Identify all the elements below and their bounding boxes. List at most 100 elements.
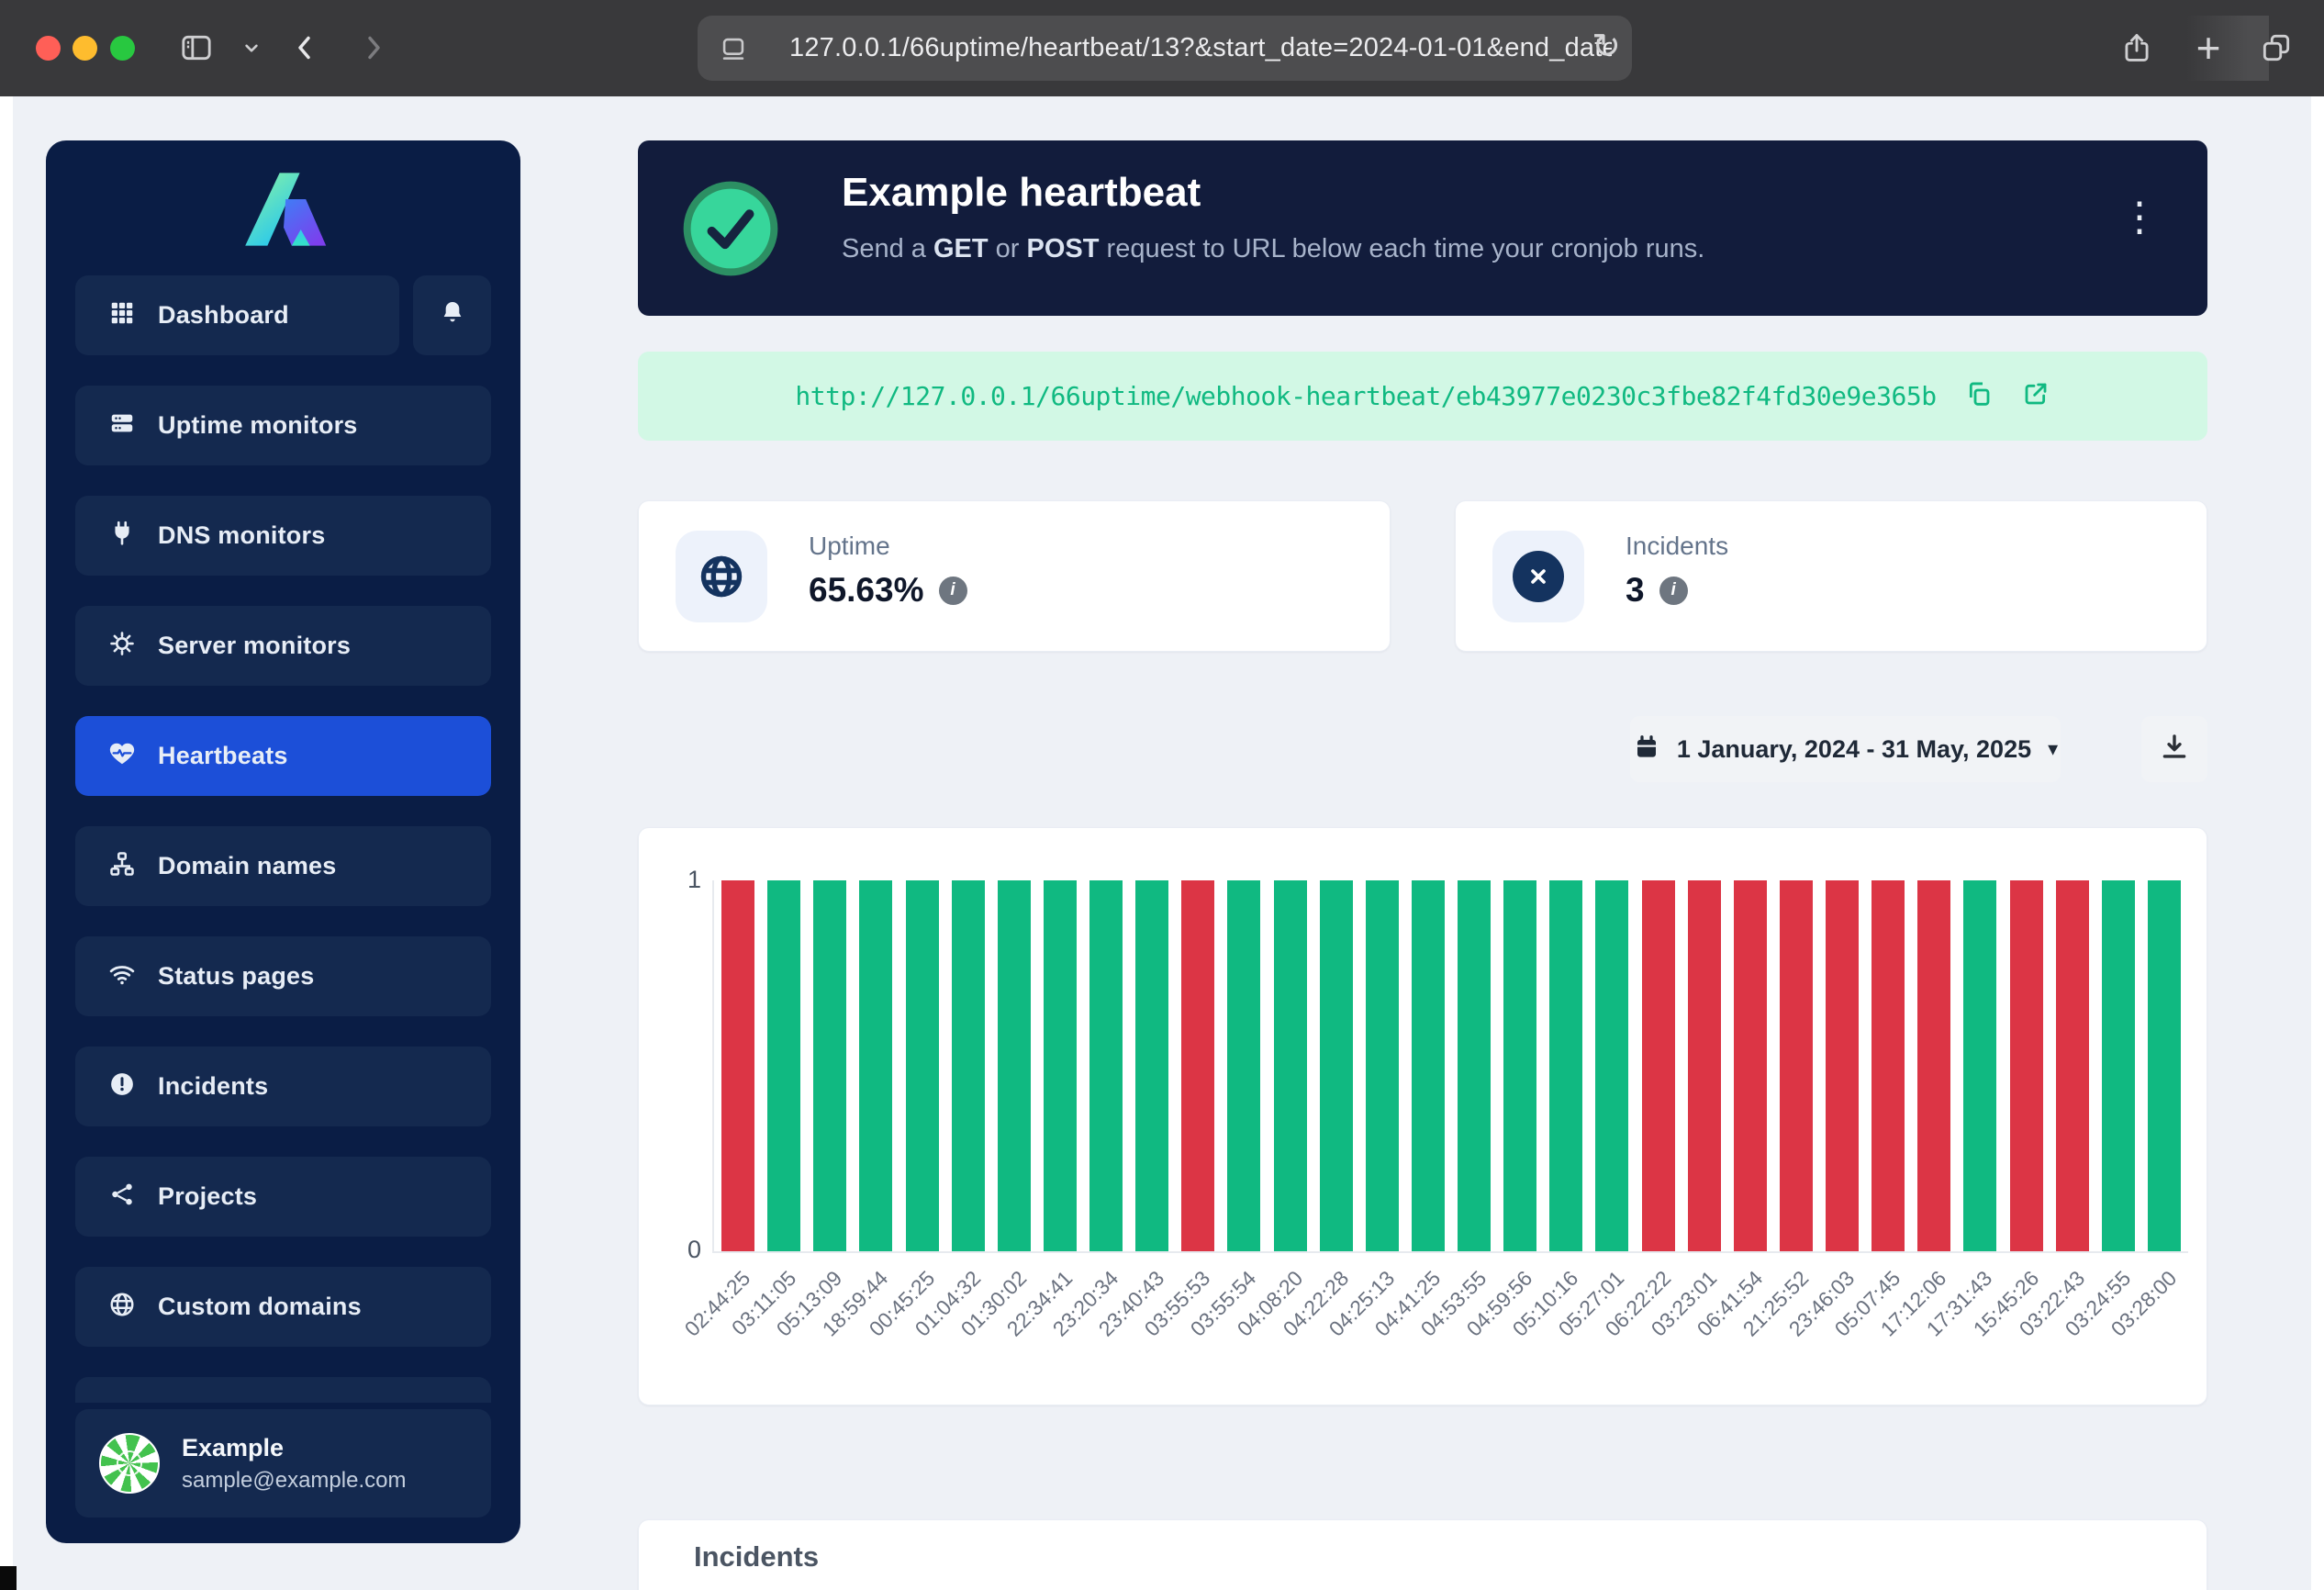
gear-icon	[108, 630, 136, 662]
sidebar-item-label: Incidents	[158, 1072, 268, 1101]
chart-bar	[2102, 880, 2135, 1251]
x-circle-icon	[1513, 551, 1564, 602]
plug-icon	[108, 520, 136, 552]
chart-bar	[1412, 880, 1445, 1251]
sidebar-item-projects[interactable]: Projects	[75, 1157, 491, 1237]
chart-plot-area	[712, 880, 2188, 1253]
chart-bar	[1181, 880, 1214, 1251]
status-up-icon	[679, 177, 782, 280]
chart-bar	[1044, 880, 1077, 1251]
sidebar-item-domain-names[interactable]: Domain names	[75, 826, 491, 906]
sidebar-item-label: Projects	[158, 1182, 257, 1211]
app-window: 127.0.0.1/66uptime/heartbeat/13?&start_d…	[0, 0, 2324, 1590]
sidebar-item-heartbeats[interactable]: Heartbeats	[75, 716, 491, 796]
date-range-picker[interactable]: 1 January, 2024 - 31 May, 2025 ▾	[1630, 716, 2061, 782]
window-close-button[interactable]	[36, 36, 61, 61]
chart-bar	[813, 880, 846, 1251]
chart-bar	[1595, 880, 1628, 1251]
chart-bar	[767, 880, 800, 1251]
chart-bar	[2148, 880, 2181, 1251]
date-range-text: 1 January, 2024 - 31 May, 2025	[1677, 735, 2031, 764]
tab-overview-icon[interactable]	[2251, 22, 2302, 73]
sidebar-item-incidents[interactable]: Incidents	[75, 1047, 491, 1126]
sidebar-item-dns-monitors[interactable]: DNS monitors	[75, 496, 491, 576]
copy-icon[interactable]	[1964, 379, 1994, 413]
sidebar-item-label: Custom domains	[158, 1293, 362, 1321]
uptime-label: Uptime	[809, 532, 890, 561]
chart-bar	[998, 880, 1031, 1251]
sidebar-item-partial[interactable]	[75, 1377, 491, 1403]
page-title: Example heartbeat	[842, 170, 1201, 216]
sidebar: Dashboard Uptime monitors DNS monitors Serv…	[46, 140, 520, 1543]
chevron-down-icon[interactable]	[226, 22, 277, 73]
download-button[interactable]	[2141, 716, 2207, 782]
grid-icon	[108, 299, 136, 331]
sidebar-item-label: DNS monitors	[158, 521, 325, 550]
address-bar[interactable]: 127.0.0.1/66uptime/heartbeat/13?&start_d…	[698, 16, 1632, 81]
chart-bar	[859, 880, 892, 1251]
share-nodes-icon	[108, 1181, 136, 1213]
sidebar-item-label: Heartbeats	[158, 742, 288, 770]
chart-bar	[906, 880, 939, 1251]
profile-email: sample@example.com	[182, 1468, 406, 1494]
sidebar-item-label: Status pages	[158, 962, 314, 991]
window-zoom-button[interactable]	[110, 36, 135, 61]
profile-name: Example	[182, 1434, 406, 1462]
chart-bar	[1963, 880, 1996, 1251]
sidebar-item-uptime-monitors[interactable]: Uptime monitors	[75, 386, 491, 465]
avatar	[99, 1433, 160, 1494]
url-text: 127.0.0.1/66uptime/heartbeat/13?&start_d…	[789, 33, 1612, 63]
external-link-icon[interactable]	[2021, 379, 2050, 413]
incidents-value: 3	[1626, 571, 1645, 610]
uptime-value: 65.63%	[809, 571, 924, 610]
download-icon	[2159, 732, 2190, 767]
kebab-menu-icon[interactable]: ⋮	[2119, 197, 2160, 238]
y-tick-max: 1	[642, 866, 701, 894]
window-edge-left	[0, 96, 13, 1590]
notifications-button[interactable]	[413, 275, 491, 355]
chart-bar	[1917, 880, 1950, 1251]
window-minimize-button[interactable]	[73, 36, 97, 61]
app-logo	[46, 166, 520, 267]
share-icon[interactable]	[2111, 22, 2162, 73]
chart-bar	[2056, 880, 2089, 1251]
reload-icon[interactable]: ↻	[1581, 20, 1632, 72]
sidebar-item-server-monitors[interactable]: Server monitors	[75, 606, 491, 686]
chart-bar	[1688, 880, 1721, 1251]
y-tick-min: 0	[642, 1236, 701, 1264]
back-button[interactable]	[280, 22, 331, 73]
browser-toolbar: 127.0.0.1/66uptime/heartbeat/13?&start_d…	[0, 0, 2324, 96]
chart-bar	[1549, 880, 1582, 1251]
new-tab-icon[interactable]: +	[2183, 22, 2234, 73]
page-subtitle: Send a GET or POST request to URL below …	[842, 234, 1704, 264]
wifi-icon	[108, 960, 136, 992]
chart-bar	[952, 880, 985, 1251]
calendar-icon	[1633, 733, 1660, 766]
sidebar-item-label: Domain names	[158, 852, 336, 880]
globe-icon	[108, 1291, 136, 1323]
chart-bar	[1642, 880, 1675, 1251]
screen-artifact	[0, 1566, 17, 1590]
chart-bars	[714, 880, 2188, 1251]
info-icon[interactable]: i	[1659, 577, 1688, 605]
sidebar-item-custom-domains[interactable]: Custom domains	[75, 1267, 491, 1347]
heartbeat-header-card: Example heartbeat Send a GET or POST req…	[638, 140, 2207, 316]
incidents-tile	[1492, 531, 1584, 622]
sidebar-item-dashboard[interactable]: Dashboard	[75, 275, 399, 355]
forward-button[interactable]	[347, 22, 398, 73]
chart-bar	[1320, 880, 1353, 1251]
sidebar-item-status-pages[interactable]: Status pages	[75, 936, 491, 1016]
info-icon[interactable]: i	[939, 577, 967, 605]
server-icon	[108, 409, 136, 442]
uptime-chart-card: 1 0 02:44:2503:11:0505:13:0918:59:4400:4…	[638, 827, 2207, 1405]
chart-bar	[1458, 880, 1491, 1251]
bell-icon	[438, 298, 467, 332]
profile-card[interactable]: Example sample@example.com	[75, 1409, 491, 1517]
chart-bar	[1227, 880, 1260, 1251]
sidebar-item-label: Dashboard	[158, 301, 289, 330]
webhook-url-link[interactable]: http://127.0.0.1/66uptime/webhook-heartb…	[795, 381, 1936, 411]
website-icon	[718, 33, 749, 64]
uptime-stat-card: Uptime 65.63% i	[638, 500, 1391, 652]
sidebar-toggle-icon[interactable]	[171, 22, 222, 73]
incidents-stat-card: Incidents 3 i	[1455, 500, 2207, 652]
